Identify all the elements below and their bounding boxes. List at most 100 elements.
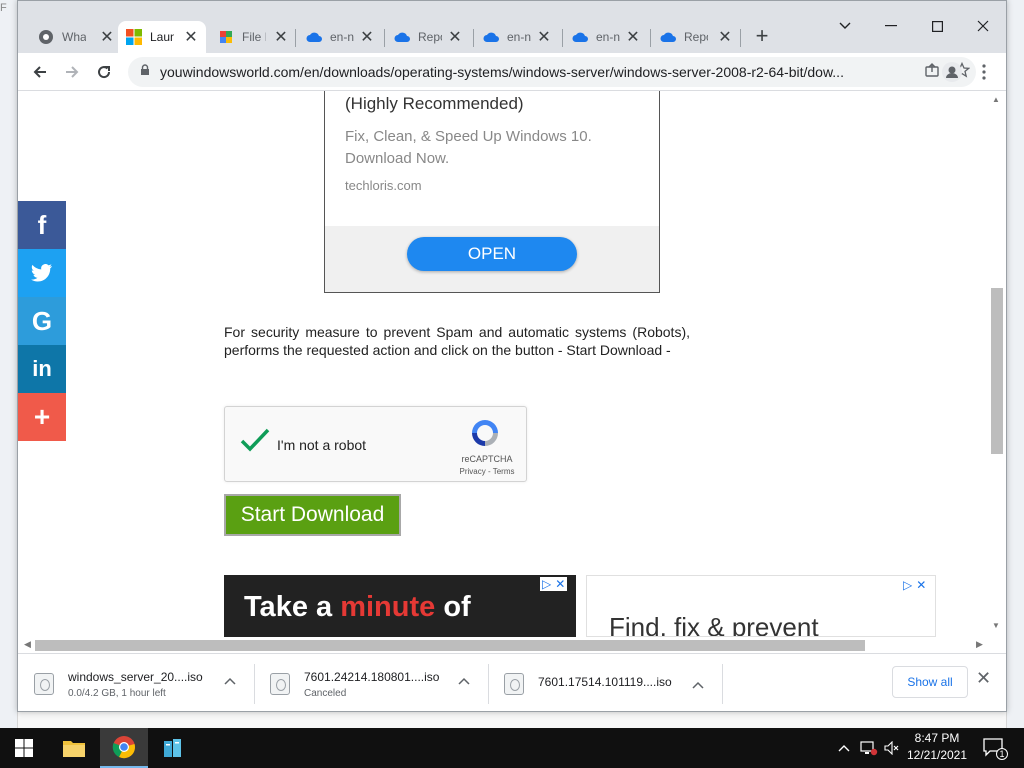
scrollbar-thumb[interactable] (991, 288, 1003, 454)
close-tab-icon[interactable]: ✕ (537, 27, 551, 47)
linkedin-share-button[interactable]: in (18, 345, 66, 393)
taskbar-clock[interactable]: 8:47 PM 12/21/2021 (900, 730, 974, 764)
action-center-button[interactable]: 1 (982, 736, 1008, 760)
checkmark-icon (240, 428, 270, 452)
download-item[interactable]: windows_server_20....iso 0.0/4.2 GB, 1 h… (34, 664, 258, 704)
download-separator (488, 664, 489, 704)
twitter-share-button[interactable] (18, 249, 66, 297)
tab-3[interactable]: en-n ✕ (298, 21, 382, 53)
file-explorer-taskbar-button[interactable] (50, 728, 98, 768)
scroll-down-icon[interactable]: ▼ (992, 621, 1000, 630)
close-tab-icon[interactable]: ✕ (184, 27, 198, 47)
tray-overflow-icon[interactable] (838, 728, 850, 768)
tab-0[interactable]: Wha ✕ (30, 21, 122, 53)
linkedin-icon: in (32, 356, 52, 381)
tab-bar: Wha ✕ Laun ✕ File I ✕ en-n ✕ Rep ✕ en-n … (18, 1, 1006, 53)
close-tab-icon[interactable]: ✕ (626, 27, 640, 47)
new-tab-button[interactable]: + (748, 23, 776, 51)
tab-separator (295, 29, 296, 47)
menu-button[interactable] (970, 58, 998, 86)
plus-icon: + (33, 401, 51, 432)
chrome-icon (112, 736, 135, 759)
ad-open-button[interactable]: OPEN (407, 237, 577, 271)
download-status: Canceled (304, 687, 347, 699)
close-tab-icon[interactable]: ✕ (360, 27, 374, 47)
tab-5[interactable]: en-n ✕ (475, 21, 559, 53)
download-item[interactable]: 7601.24214.180801....iso Canceled (270, 664, 494, 704)
horizontal-scrollbar[interactable]: ◀ ▶ (18, 637, 1006, 653)
volume-muted-icon[interactable] (884, 728, 900, 768)
chevron-up-icon[interactable] (224, 674, 236, 688)
scroll-up-icon[interactable]: ▲ (992, 95, 1000, 104)
background-app-left-strip: F (0, 0, 18, 728)
download-filename: windows_server_20....iso (68, 669, 203, 684)
ad-headline: (Highly Recommended) (345, 94, 524, 113)
recaptcha-privacy-terms[interactable]: Privacy - Terms (455, 467, 519, 476)
recaptcha-checkbox[interactable] (239, 427, 271, 460)
facebook-share-button[interactable]: f (18, 201, 66, 249)
ad-description: Fix, Clean, & Speed Up Windows 10. Downl… (345, 128, 592, 167)
tab-title: en-n (330, 30, 354, 44)
bottom-left-ad[interactable]: Take a minute of ▷ ✕ (224, 575, 576, 637)
scroll-right-icon[interactable]: ▶ (976, 639, 983, 650)
more-share-button[interactable]: + (18, 393, 66, 441)
file-icon (504, 673, 524, 695)
tab-6[interactable]: en-n ✕ (564, 21, 648, 53)
security-instructions: For security measure to prevent Spam and… (224, 324, 690, 358)
file-icon (34, 673, 54, 695)
vertical-scrollbar[interactable]: ▲ ▼ (988, 91, 1006, 637)
url-text: youwindowsworld.com/en/downloads/operati… (160, 64, 844, 80)
chevron-up-icon[interactable] (458, 674, 470, 688)
chevron-up-icon[interactable] (692, 678, 704, 692)
tab-search-icon[interactable] (830, 11, 860, 41)
tab-4[interactable]: Repo ✕ (386, 21, 470, 53)
facebook-icon: f (37, 209, 47, 240)
windows-logo-icon (15, 739, 33, 757)
show-all-downloads-button[interactable]: Show all (892, 666, 968, 698)
start-download-button[interactable]: Start Download (224, 494, 401, 536)
google-share-button[interactable]: G (18, 297, 66, 345)
scrollbar-thumb[interactable] (35, 640, 865, 651)
close-download-shelf-icon[interactable]: ✕ (976, 668, 991, 689)
clock-date: 12/21/2021 (906, 748, 968, 762)
close-tab-icon[interactable]: ✕ (718, 27, 732, 47)
tab-7[interactable]: Repo ✕ (652, 21, 740, 53)
profile-icon (942, 62, 962, 82)
start-button[interactable] (0, 728, 48, 768)
download-item[interactable]: 7601.17514.101119....iso (504, 664, 728, 704)
minimize-button[interactable] (876, 11, 906, 41)
google-icon: G (31, 305, 53, 336)
tab-title: Repo (684, 30, 708, 44)
background-app-title: F (0, 2, 7, 14)
browser-toolbar: youwindowsworld.com/en/downloads/operati… (18, 53, 1006, 91)
network-icon[interactable] (860, 728, 878, 768)
server-manager-taskbar-button[interactable] (150, 728, 198, 768)
bottom-right-ad[interactable]: Find, fix & prevent ▷ ✕ (586, 575, 936, 637)
tab-2[interactable]: File I ✕ (210, 21, 296, 53)
scroll-left-icon[interactable]: ◀ (24, 639, 31, 650)
tab-separator (473, 29, 474, 47)
file-icon (218, 29, 234, 45)
reload-button[interactable] (90, 58, 118, 86)
tab-title: Laun (150, 30, 174, 44)
background-app-right-strip (1006, 0, 1024, 728)
profile-avatar[interactable] (938, 58, 966, 86)
address-bar[interactable]: youwindowsworld.com/en/downloads/operati… (128, 57, 976, 87)
close-window-button[interactable] (968, 11, 998, 41)
ad-choices-icon[interactable]: ▷ ✕ (901, 578, 929, 592)
forward-button[interactable] (58, 58, 86, 86)
chrome-taskbar-button[interactable] (100, 728, 148, 768)
maximize-button[interactable] (922, 11, 952, 41)
back-button[interactable] (26, 58, 54, 86)
tab-title: Wha (62, 30, 86, 44)
tab-1[interactable]: Laun ✕ (118, 21, 206, 53)
close-tab-icon[interactable]: ✕ (274, 27, 288, 47)
twitter-icon (31, 264, 52, 282)
ad-choices-icon[interactable]: ▷ ✕ (540, 577, 568, 591)
reload-icon (98, 66, 111, 79)
ad-text: Find, fix & prevent (609, 612, 819, 636)
close-tab-icon[interactable]: ✕ (448, 27, 462, 47)
top-ad[interactable]: (Highly Recommended) Fix, Clean, & Speed… (324, 91, 660, 293)
close-tab-icon[interactable]: ✕ (100, 27, 114, 47)
cloud-icon (572, 29, 588, 45)
